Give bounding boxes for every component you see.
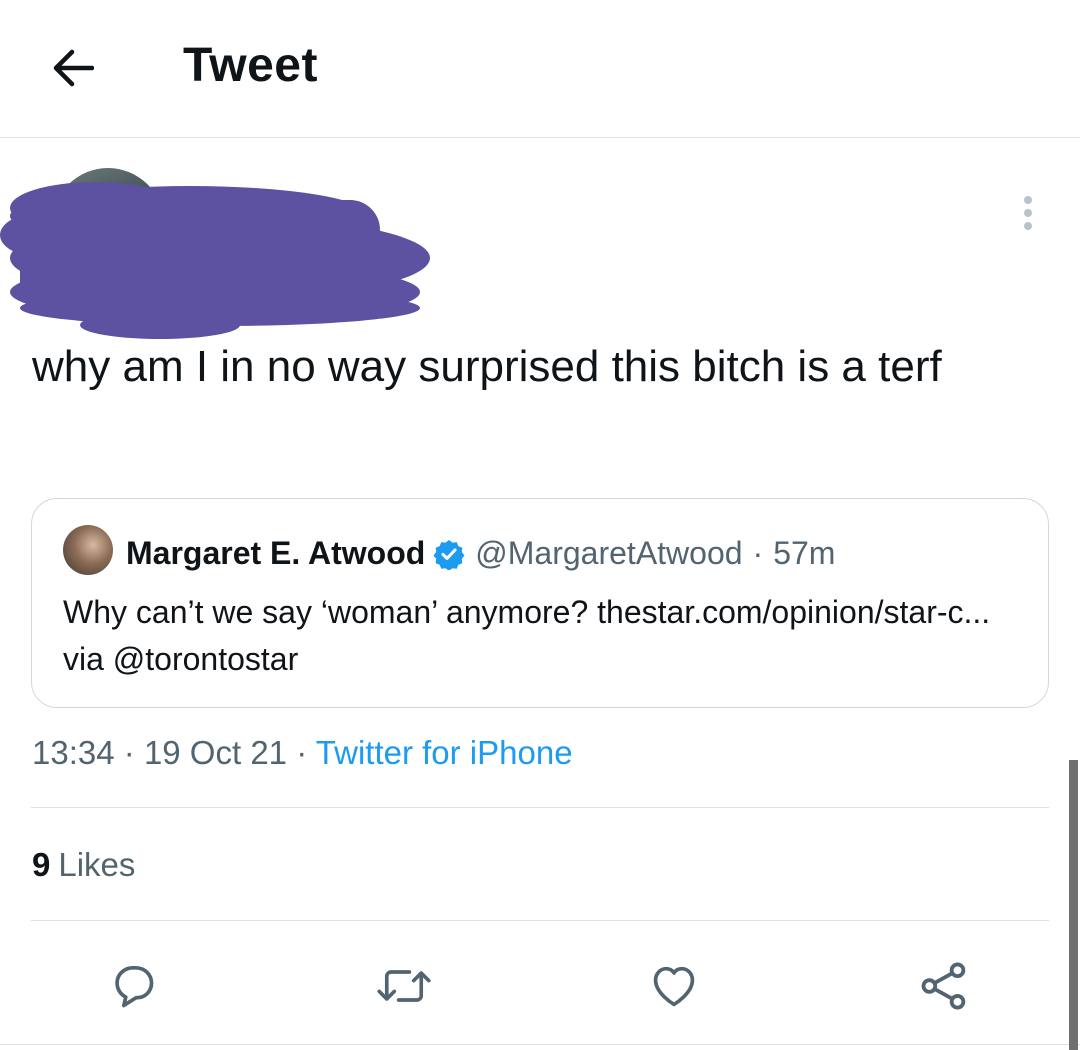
tweet-text: why am I in no way surprised this bitch …: [32, 342, 942, 391]
tweet-meta: 13:34 · 19 Oct 21 · Twitter for iPhone: [32, 734, 573, 772]
heart-icon: [653, 966, 695, 1007]
retweet-button[interactable]: [372, 954, 436, 1018]
likes-label: Likes: [58, 846, 136, 883]
likes-count: 9: [32, 846, 51, 883]
reply-button[interactable]: [102, 954, 166, 1018]
tweet-source-link[interactable]: Twitter for iPhone: [316, 734, 573, 771]
share-icon: [921, 962, 966, 1010]
separator-dot: ·: [296, 734, 308, 771]
verified-badge-icon: [433, 539, 465, 570]
separator-dot: ·: [752, 535, 764, 571]
divider: [31, 920, 1049, 921]
tweet-time: 13:34: [32, 734, 115, 771]
separator-dot: ·: [123, 734, 135, 771]
tweet-action-bar: [0, 940, 1080, 1030]
redaction-scribble: [0, 182, 430, 339]
quoted-author-name: Margaret E. Atwood: [126, 535, 426, 571]
tweet-author-row: [0, 160, 1080, 340]
top-bar: Tweet: [0, 0, 1080, 138]
quoted-tweet-header: Margaret E. Atwood @MargaretAtwood · 57m: [126, 535, 835, 572]
arrow-left-icon: [53, 49, 94, 87]
likes-count-link[interactable]: 9 Likes: [32, 846, 135, 884]
like-button[interactable]: [642, 954, 706, 1018]
share-button[interactable]: [912, 954, 976, 1018]
back-button[interactable]: [44, 40, 100, 96]
more-options-button[interactable]: [1005, 190, 1051, 236]
quoted-tweet-time: 57m: [773, 535, 836, 571]
quoted-tweet-text: Why can’t we say ‘woman’ anymore? thesta…: [63, 594, 991, 677]
quoted-author-avatar: [63, 525, 113, 575]
tweet-date: 19 Oct 21: [143, 734, 288, 771]
scrollbar-thumb[interactable]: [1069, 760, 1078, 1050]
page-title: Tweet: [183, 39, 318, 92]
quoted-author-handle: @MargaretAtwood: [475, 535, 743, 571]
divider: [31, 807, 1049, 808]
reply-icon: [115, 965, 154, 1008]
retweet-icon: [377, 970, 431, 1002]
tweet-detail-screen: Tweet why am I in no way surprised this …: [0, 0, 1080, 1050]
quoted-tweet-card[interactable]: Margaret E. Atwood @MargaretAtwood · 57m…: [31, 498, 1049, 708]
more-vertical-icon: [1024, 196, 1032, 230]
bottom-divider: [0, 1044, 1080, 1045]
